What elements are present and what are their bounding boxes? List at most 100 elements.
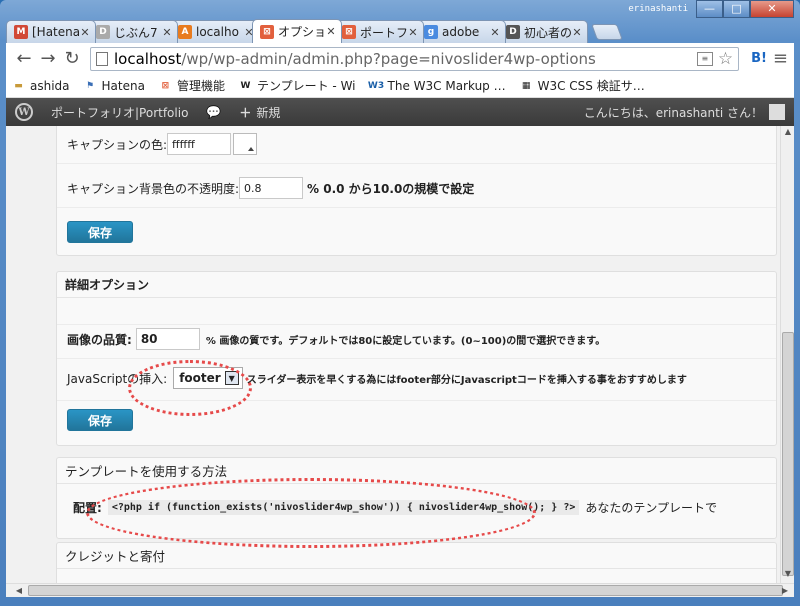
browser-tab[interactable]: D じぶん7 ✕	[88, 20, 178, 43]
vertical-scroll-thumb[interactable]	[782, 332, 794, 576]
horizontal-scrollbar[interactable]: ◀ ▶	[6, 583, 794, 597]
bookmark-item[interactable]: W テンプレート - Wi	[239, 77, 356, 94]
bookmark-label: W3C CSS 検証サ…	[537, 79, 645, 93]
scroll-up-arrow-icon[interactable]: ▲	[782, 127, 794, 140]
bookmarks-bar: ▬ ashida ⚑ Hatena ⊠ 管理機能 W テンプレート - Wi W3 The W3C…	[6, 74, 794, 98]
tab-close-icon[interactable]: ✕	[489, 26, 501, 39]
template-usage-title: テンプレートを使用する方法	[57, 458, 776, 484]
caption-opacity-label: キャプション背景色の不透明度:	[67, 181, 240, 196]
comment-bubble-icon: 💬	[206, 105, 222, 119]
tab-label: じぶん7	[114, 25, 158, 40]
caption-settings-panel: キャプションの色: ffffff キャプション背景色の不透明度: 0.8 % 0…	[56, 126, 777, 256]
url-path: /wp/wp-admin/admin.php?page=nivoslider4w…	[181, 49, 596, 68]
javascript-insert-hint: スライダー表示を早くする為にはfooter部分にJavascriptコードを挿入…	[246, 374, 687, 386]
browser-toolbar: ← → ↻ localhost /wp/wp-admin/admin.php?p…	[6, 43, 794, 74]
tab-strip: M [Hatena ✕ D じぶん7 ✕ Alocalho ✕ ⊠ オプショ ✕ ⊠ ポートフ ✕ g ado…	[6, 19, 623, 43]
browser-tab[interactable]: ⊠ ポートフ ✕	[334, 20, 424, 43]
bookmark-label: Hatena	[101, 78, 145, 93]
bookmark-item[interactable]: ▦ W3C CSS 検証サ…	[520, 77, 645, 94]
wp-admin-bar: W ポートフォリオ|Portfolio 💬 ＋ 新規 こんにちは、erinash…	[6, 98, 794, 126]
annotation-circle-code	[86, 478, 536, 548]
image-quality-label: 画像の品質:	[67, 332, 132, 347]
maximize-button[interactable]: □	[723, 0, 750, 18]
w3c-icon: W3	[367, 80, 385, 91]
bookmark-label: テンプレート - Wi	[256, 79, 356, 93]
new-content-menu[interactable]: ＋ 新規	[230, 98, 289, 126]
plus-icon: ＋	[239, 105, 252, 120]
advanced-options-title: 詳細オプション	[57, 272, 776, 298]
page-content: キャプションの色: ffffff キャプション背景色の不透明度: 0.8 % 0…	[6, 126, 780, 583]
caption-save-row: 保存	[57, 220, 776, 244]
reload-button[interactable]: ↻	[60, 47, 84, 71]
browser-tab[interactable]: g adobe ✕	[416, 20, 506, 43]
comments-link[interactable]: 💬	[197, 98, 230, 126]
save-button[interactable]: 保存	[67, 221, 133, 243]
browser-tab[interactable]: M [Hatena ✕	[6, 20, 96, 43]
tab-label: [Hatena	[32, 25, 79, 39]
tab-label: adobe	[442, 25, 480, 39]
bookmark-label: 管理機能	[176, 79, 225, 93]
hatena-bookmark-extension-button[interactable]: B!	[751, 51, 767, 66]
browser-tab[interactable]: Alocalho ✕	[170, 20, 260, 43]
caption-opacity-hint: % 0.0 から10.0の規模で設定	[307, 181, 475, 196]
horizontal-scroll-thumb[interactable]	[28, 585, 783, 596]
address-bar[interactable]: localhost /wp/wp-admin/admin.php?page=ni…	[90, 46, 740, 71]
caption-color-input[interactable]: ffffff	[167, 133, 232, 155]
vertical-scrollbar[interactable]: ▲ ▼	[780, 126, 794, 583]
bookmark-item[interactable]: ⊠ 管理機能	[159, 77, 225, 94]
forward-button[interactable]: →	[36, 47, 60, 71]
save-button[interactable]: 保存	[67, 409, 133, 431]
menu-icon[interactable]: ≡	[773, 48, 788, 69]
window-user-label: erinashanti	[628, 4, 688, 14]
scroll-down-arrow-icon[interactable]: ▼	[782, 569, 794, 582]
bookmark-item[interactable]: W3 The W3C Markup …	[367, 78, 506, 93]
page-action-icon[interactable]: ≡	[696, 51, 713, 66]
tab-label: ポートフ	[360, 25, 407, 40]
google-icon: g	[424, 25, 438, 39]
browser-tab[interactable]: ⊠ オプショ ✕	[252, 19, 342, 43]
wp-logo-menu[interactable]: W	[6, 98, 42, 126]
bookmark-label: The W3C Markup …	[387, 78, 506, 93]
tab-close-icon[interactable]: ✕	[79, 26, 91, 39]
caption-opacity-input[interactable]: 0.8	[239, 177, 304, 199]
minimize-button[interactable]: —	[696, 0, 723, 18]
my-account-menu[interactable]: こんにちは、erinashanti さん！	[575, 98, 794, 126]
tab-close-icon[interactable]: ✕	[161, 26, 173, 39]
tab-close-icon[interactable]: ✕	[407, 26, 419, 39]
color-picker-button[interactable]	[233, 133, 258, 155]
new-content-label: 新規	[256, 105, 281, 120]
wp-plugin-icon: ⊠	[342, 25, 356, 39]
tab-close-icon[interactable]: ✕	[325, 25, 337, 38]
hatena-icon: ⚑	[85, 80, 95, 91]
site-name-link[interactable]: ポートフォリオ|Portfolio	[42, 98, 197, 126]
url-host: localhost	[114, 49, 182, 68]
image-quality-row: 画像の品質: 80 % 画像の質です。デフォルトでは80に設定しています。(0~…	[57, 324, 776, 354]
new-tab-button[interactable]	[591, 24, 623, 40]
greeting-text: こんにちは、erinashanti さん！	[583, 105, 763, 120]
caption-opacity-row: キャプション背景色の不透明度: 0.8 % 0.0 から10.0の規模で設定	[57, 176, 776, 200]
image-quality-input[interactable]: 80	[135, 328, 200, 350]
annotation-circle-javascript	[128, 360, 252, 416]
bookmark-item[interactable]: ⚑ Hatena	[84, 79, 145, 93]
scroll-left-arrow-icon[interactable]: ◀	[12, 584, 26, 597]
browser-tab[interactable]: D 初心者の ✕	[498, 20, 588, 43]
document-icon: D	[506, 25, 520, 39]
back-button[interactable]: ←	[12, 47, 36, 71]
image-quality-hint: % 画像の質です。デフォルトでは80に設定しています。(0~100)の間で選択で…	[205, 335, 606, 347]
page-icon	[96, 51, 108, 66]
scroll-right-arrow-icon[interactable]: ▶	[778, 584, 792, 597]
wp-plugin-icon: ⊠	[161, 80, 170, 91]
template-code-suffix: あなたのテンプレートで	[585, 500, 718, 515]
credits-panel: クレジットと寄付	[56, 542, 777, 583]
close-window-button[interactable]: ✕	[750, 0, 794, 18]
bookmark-star-icon[interactable]: ☆	[718, 49, 733, 69]
document-icon: D	[96, 25, 110, 39]
tab-label: オプショ	[278, 25, 325, 39]
wikipedia-icon: W	[240, 80, 251, 91]
folder-icon: ▬	[14, 80, 23, 91]
tab-close-icon[interactable]: ✕	[571, 26, 583, 39]
gmail-icon: M	[14, 25, 28, 39]
advanced-options-panel: 詳細オプション 画像の品質: 80 % 画像の質です。デフォルトでは80に設定し…	[56, 271, 777, 446]
wp-plugin-icon: ⊠	[260, 24, 274, 39]
bookmark-item[interactable]: ▬ ashida	[12, 79, 69, 93]
